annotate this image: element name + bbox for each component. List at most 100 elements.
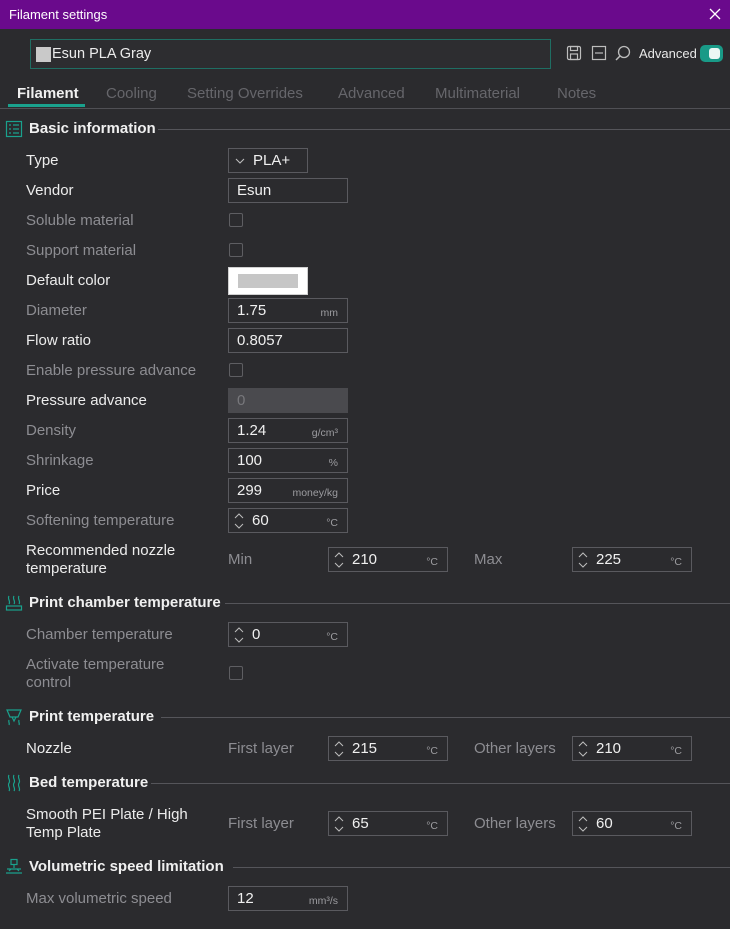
tab-cooling[interactable]: Cooling	[106, 85, 157, 102]
bed-first-layer-field[interactable]: 65 °C	[328, 811, 448, 836]
max-nozzle-temp-field[interactable]: 225 °C	[572, 547, 692, 572]
bed-plate-label-line2: Temp Plate	[26, 824, 102, 841]
bed-other-layers-value: 60	[596, 815, 613, 832]
tab-advanced[interactable]: Advanced	[338, 85, 405, 102]
advanced-mode-toggle[interactable]	[700, 45, 723, 62]
advanced-mode-label: Advanced	[639, 46, 697, 61]
nozzle-other-layers-value: 210	[596, 740, 622, 757]
price-field[interactable]: 299 money/kg	[228, 478, 348, 503]
diameter-value: 1.75	[237, 302, 267, 319]
toggle-knob	[709, 48, 720, 59]
min-nozzle-temp-field[interactable]: 210 °C	[328, 547, 448, 572]
section-divider	[151, 783, 730, 784]
nozzle-label: Nozzle	[26, 740, 72, 757]
section-title: Print temperature	[29, 708, 155, 725]
close-icon[interactable]	[705, 4, 725, 24]
recommended-nozzle-label-line1: Recommended nozzle	[26, 542, 176, 559]
max-nozzle-temp-value: 225	[596, 551, 622, 568]
delete-preset-icon[interactable]	[590, 44, 608, 62]
tab-filament[interactable]: Filament	[17, 85, 79, 102]
color-preview	[238, 274, 298, 288]
section-bed-temperature: Bed temperature	[0, 771, 730, 795]
spin-arrows-icon[interactable]	[334, 815, 344, 833]
chevron-down-icon	[235, 158, 245, 164]
preset-name: Esun PLA Gray	[52, 46, 152, 62]
activate-temperature-control-label-line1: Activate temperature	[26, 656, 165, 673]
info-list-icon	[5, 120, 23, 138]
other-layers-label: Other layers	[474, 740, 556, 757]
bed-plate-label-line1: Smooth PEI Plate / High	[26, 806, 188, 823]
nozzle-first-layer-field[interactable]: 215 °C	[328, 736, 448, 761]
spin-arrows-icon[interactable]	[578, 740, 588, 758]
support-material-checkbox[interactable]	[229, 243, 243, 257]
activate-temperature-control-label-line2: control	[26, 674, 72, 691]
section-title: Volumetric speed limitation	[29, 858, 224, 875]
section-divider	[233, 867, 730, 868]
spin-arrows-icon[interactable]	[578, 815, 588, 833]
nozzle-first-layer-value: 215	[352, 740, 378, 757]
diameter-unit: mm	[320, 307, 339, 319]
nozzle-first-layer-unit: °C	[426, 745, 438, 757]
soluble-material-checkbox[interactable]	[229, 213, 243, 227]
save-icon[interactable]	[565, 44, 583, 62]
min-label: Min	[228, 551, 253, 568]
section-basic-information: Basic information	[0, 117, 730, 141]
vendor-field[interactable]: Esun	[228, 178, 348, 203]
tab-bar: Filament Cooling Setting Overrides Advan…	[0, 80, 730, 109]
spin-arrows-icon[interactable]	[234, 512, 244, 530]
price-value: 299	[237, 482, 263, 499]
window-title: Filament settings	[9, 7, 108, 22]
bed-heat-icon	[7, 774, 21, 792]
title-bar: Filament settings	[0, 0, 730, 29]
first-layer-label: First layer	[228, 815, 294, 832]
pressure-advance-label: Pressure advance	[26, 392, 147, 409]
bed-first-layer-value: 65	[352, 815, 369, 832]
spin-arrows-icon[interactable]	[578, 551, 588, 569]
spin-arrows-icon[interactable]	[334, 740, 344, 758]
section-divider	[158, 129, 730, 130]
enable-pressure-advance-label: Enable pressure advance	[26, 362, 197, 379]
preset-selector[interactable]: Esun PLA Gray	[30, 39, 551, 69]
shrinkage-value: 100	[237, 452, 263, 469]
soluble-material-label: Soluble material	[26, 212, 134, 229]
search-icon[interactable]	[614, 44, 632, 62]
chamber-temperature-unit: °C	[326, 631, 338, 643]
section-print-temperature: Print temperature	[0, 705, 730, 729]
softening-temperature-unit: °C	[326, 517, 338, 529]
type-dropdown[interactable]: PLA+	[228, 148, 308, 173]
preset-color-swatch	[36, 47, 51, 62]
type-label: Type	[26, 152, 59, 169]
max-volumetric-speed-value: 12	[237, 890, 254, 907]
other-layers-label: Other layers	[474, 815, 556, 832]
bed-other-layers-field[interactable]: 60 °C	[572, 811, 692, 836]
density-field[interactable]: 1.24 g/cm³	[228, 418, 348, 443]
diameter-field[interactable]: 1.75 mm	[228, 298, 348, 323]
bed-other-layers-unit: °C	[670, 820, 682, 832]
tab-multimaterial[interactable]: Multimaterial	[435, 85, 520, 102]
softening-temperature-label: Softening temperature	[26, 512, 175, 529]
max-volumetric-speed-field[interactable]: 12 mm³/s	[228, 886, 348, 911]
bed-first-layer-unit: °C	[426, 820, 438, 832]
vendor-value: Esun	[237, 182, 272, 199]
chamber-temperature-field[interactable]: 0 °C	[228, 622, 348, 647]
shrinkage-field[interactable]: 100 %	[228, 448, 348, 473]
density-value: 1.24	[237, 422, 267, 439]
default-color-button[interactable]	[228, 267, 308, 295]
section-title: Print chamber temperature	[29, 594, 221, 611]
nozzle-other-layers-field[interactable]: 210 °C	[572, 736, 692, 761]
density-unit: g/cm³	[311, 427, 338, 439]
section-divider	[225, 603, 730, 604]
max-volumetric-speed-label: Max volumetric speed	[26, 890, 172, 907]
tab-setting-overrides[interactable]: Setting Overrides	[187, 85, 303, 102]
min-nozzle-temp-value: 210	[352, 551, 378, 568]
nozzle-heat-icon	[6, 709, 22, 726]
flow-ratio-field[interactable]: 0.8057	[228, 328, 348, 353]
tab-notes[interactable]: Notes	[557, 85, 596, 102]
activate-temperature-control-checkbox[interactable]	[229, 666, 243, 680]
softening-temperature-value: 60	[252, 512, 269, 529]
tab-divider	[0, 108, 730, 109]
spin-arrows-icon[interactable]	[334, 551, 344, 569]
spin-arrows-icon[interactable]	[234, 626, 244, 644]
enable-pressure-advance-checkbox[interactable]	[229, 363, 243, 377]
softening-temperature-field[interactable]: 60 °C	[228, 508, 348, 533]
